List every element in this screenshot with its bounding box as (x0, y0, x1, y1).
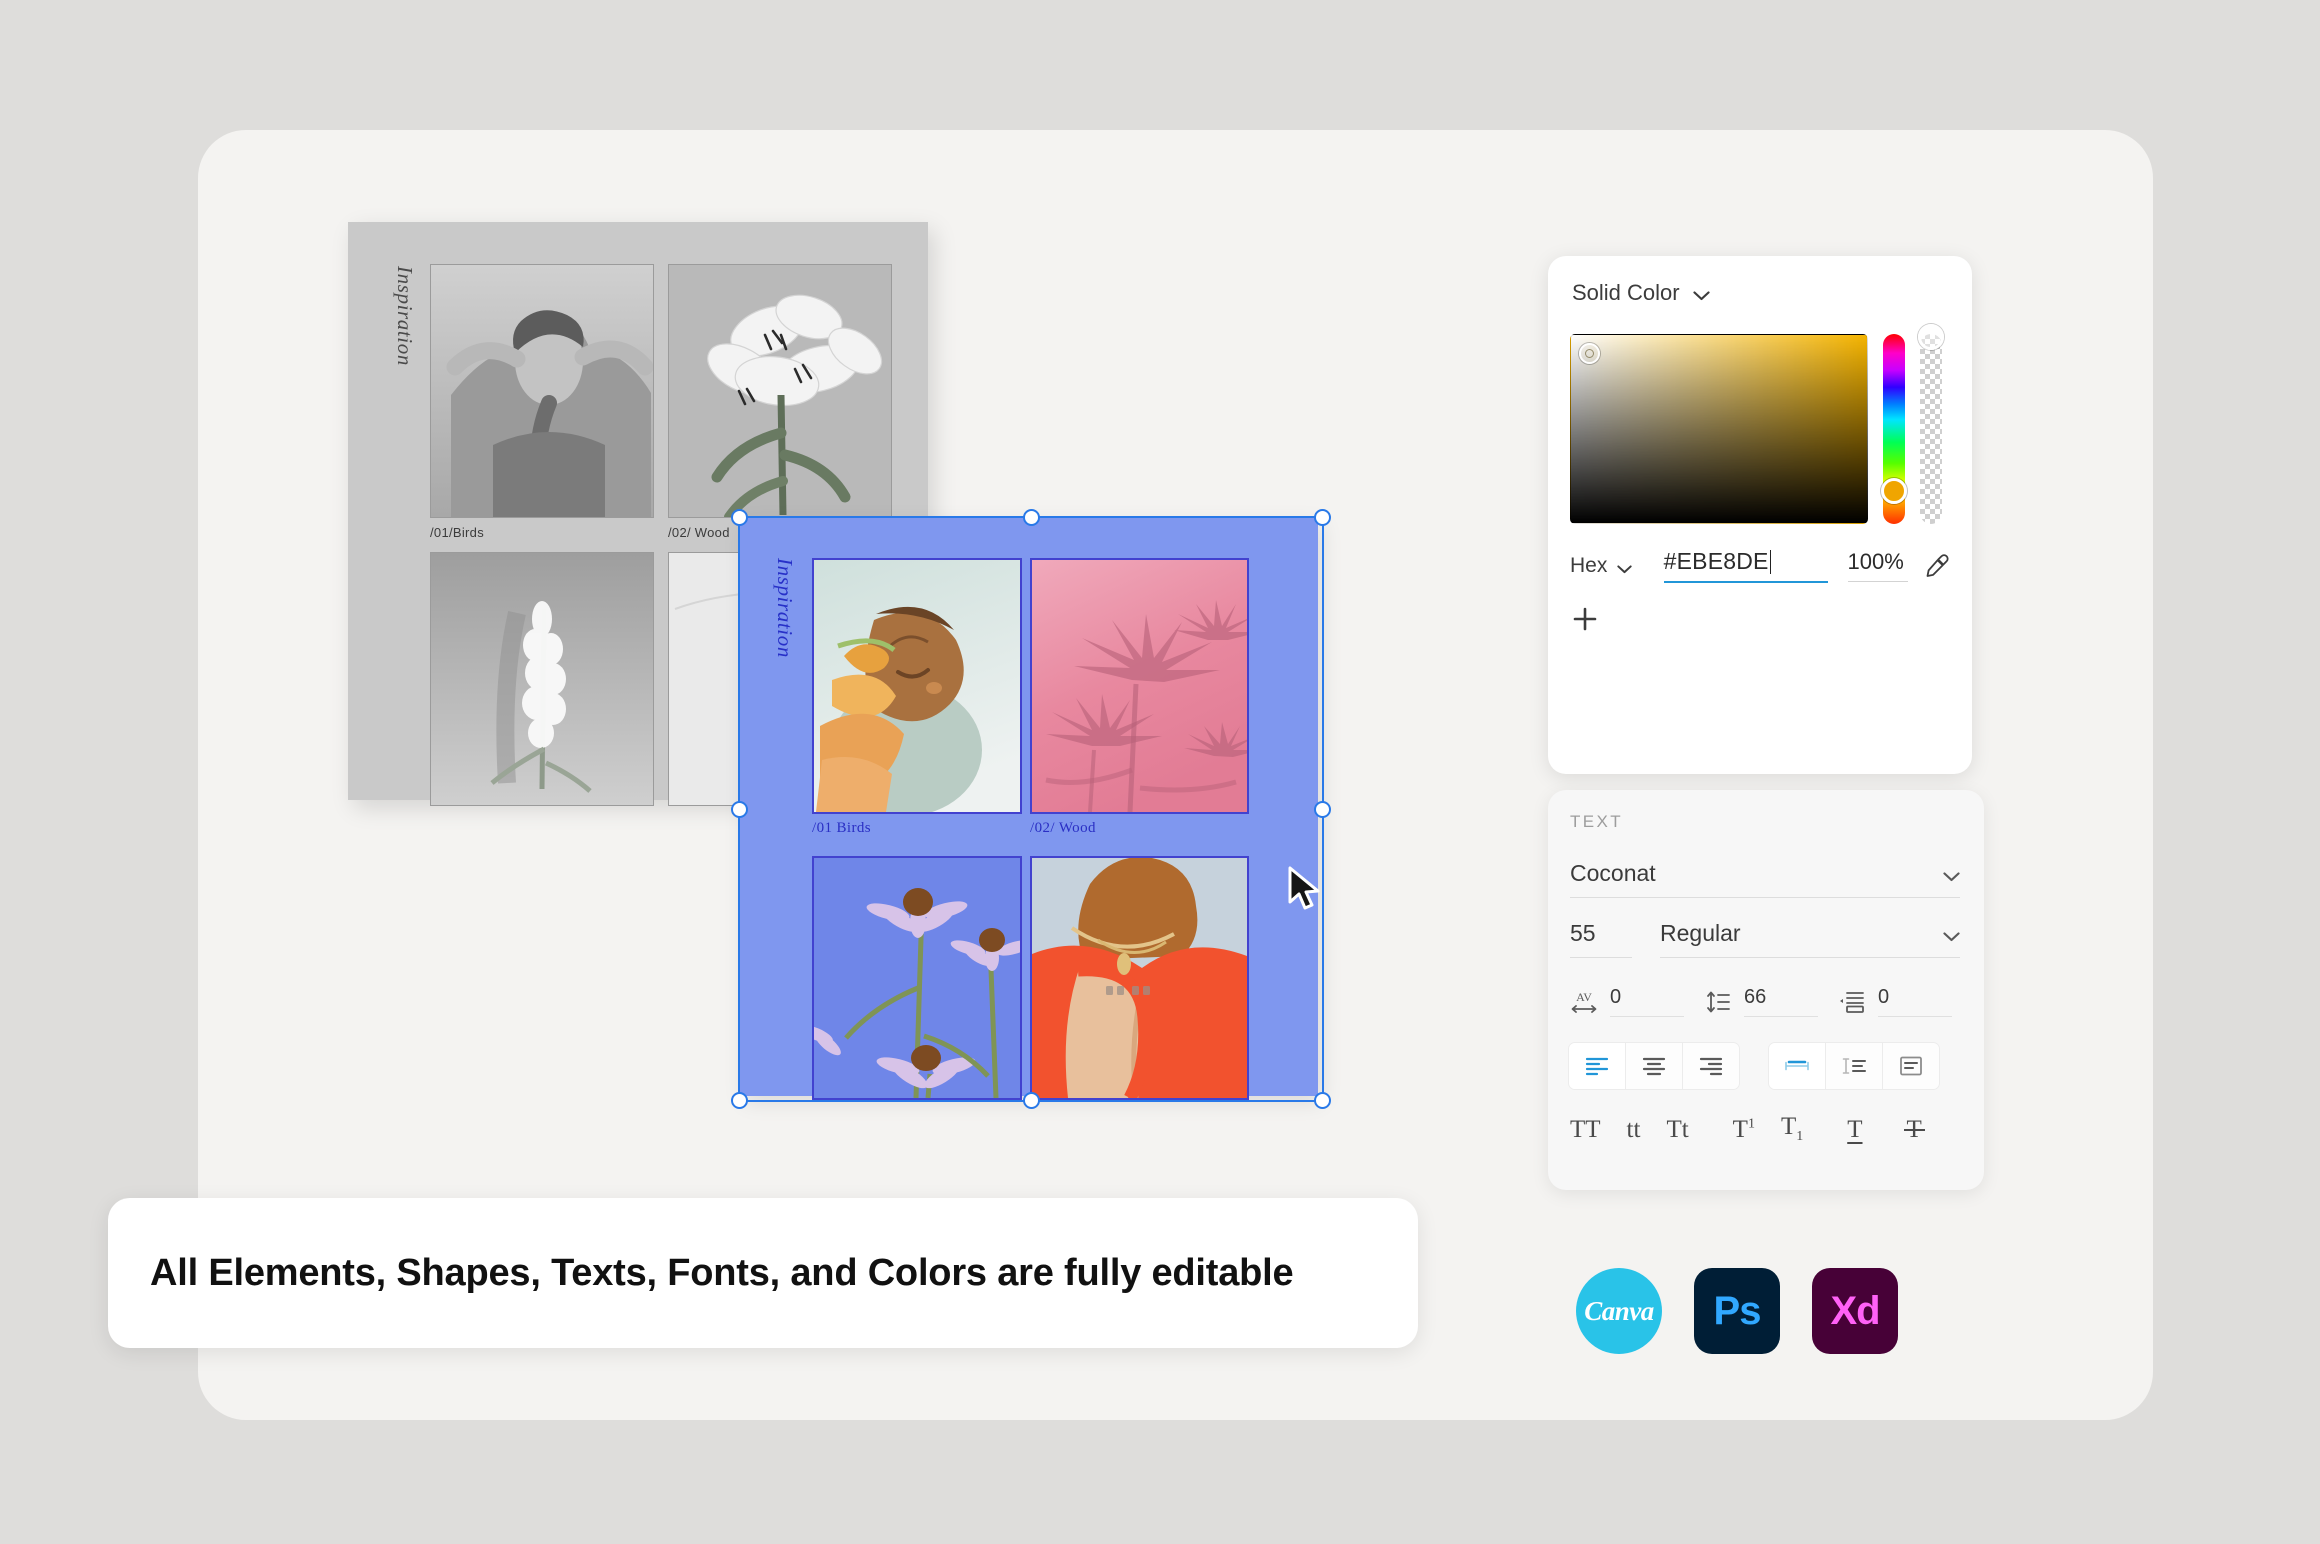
font-weight-value: Regular (1660, 920, 1741, 947)
uppercase-icon[interactable]: TT (1570, 1117, 1601, 1142)
alpha-slider-handle[interactable] (1918, 324, 1944, 350)
hue-slider[interactable] (1883, 334, 1905, 524)
back-poster-image-1 (430, 264, 654, 518)
line-height-icon (1704, 989, 1732, 1015)
opacity-input[interactable]: 100% (1848, 549, 1908, 582)
font-family-dropdown[interactable]: Coconat (1570, 860, 1960, 898)
superscript-icon[interactable]: T1 (1733, 1117, 1755, 1142)
paragraph-spacing-value: 0 (1878, 986, 1889, 1008)
screenshot-stage: Inspiration (0, 0, 2320, 1544)
back-poster-caption-2: /02/ Wood (668, 525, 730, 540)
hex-input-value: #EBE8DE (1664, 548, 1769, 574)
align-left-icon[interactable] (1569, 1043, 1626, 1089)
letter-spacing-input[interactable]: 0 (1610, 986, 1684, 1017)
align-center-icon[interactable] (1626, 1043, 1683, 1089)
front-poster-caption-1: /01 Birds (812, 820, 871, 837)
letter-spacing-control[interactable]: AV 0 (1570, 986, 1684, 1017)
chevron-down-icon (1943, 869, 1960, 879)
back-poster-vertical-label: Inspiration (392, 266, 417, 366)
chevron-down-icon (1693, 288, 1710, 298)
line-height-input[interactable]: 66 (1744, 986, 1818, 1017)
text-transform-controls: TT tt Tt T1 T1 T T (1570, 1114, 1966, 1144)
font-size-weight-row: 55 Regular (1570, 920, 1960, 958)
auto-height-icon[interactable] (1826, 1043, 1883, 1089)
fixed-size-icon[interactable] (1883, 1043, 1939, 1089)
front-poster-image-3 (812, 856, 1022, 1100)
compatible-apps-logos: Canva Ps Xd (1576, 1268, 1898, 1354)
color-picker-panel: Solid Color Hex (1548, 256, 1972, 774)
eyedropper-icon[interactable] (1924, 553, 1950, 579)
text-metrics-row: AV 0 (1570, 986, 1970, 1017)
color-mode-label: Solid Color (1572, 280, 1680, 306)
front-poster-caption-2: /02/ Wood (1030, 820, 1096, 837)
back-poster-caption-1: /01/Birds (430, 525, 484, 540)
text-panel-heading: TEXT (1570, 812, 1623, 832)
chevron-down-icon (1943, 929, 1960, 939)
add-swatch-button[interactable] (1570, 604, 1600, 634)
back-poster-image-2 (668, 264, 892, 518)
font-family-value: Coconat (1570, 860, 1656, 887)
alpha-slider[interactable] (1920, 334, 1942, 524)
letter-spacing-icon: AV (1570, 989, 1598, 1015)
hue-slider-handle[interactable] (1881, 478, 1907, 504)
letter-spacing-value: 0 (1610, 986, 1621, 1008)
color-format-dropdown[interactable]: Hex (1570, 554, 1664, 578)
line-height-value: 66 (1744, 986, 1766, 1008)
horizontal-align-group (1568, 1042, 1740, 1090)
font-weight-dropdown[interactable]: Regular (1660, 920, 1960, 958)
artboard-front-poster[interactable]: Inspiration (740, 518, 1318, 1096)
underline-icon[interactable]: T (1847, 1117, 1862, 1142)
subscript-icon[interactable]: T1 (1781, 1114, 1803, 1144)
chevron-down-icon (1617, 561, 1634, 571)
hex-input[interactable]: #EBE8DE (1664, 548, 1828, 583)
text-caret (1770, 550, 1772, 574)
paragraph-spacing-icon (1838, 989, 1866, 1015)
front-poster-image-1 (812, 558, 1022, 814)
paragraph-spacing-control[interactable]: 0 (1838, 986, 1952, 1017)
align-right-icon[interactable] (1683, 1043, 1739, 1089)
hex-row: Hex #EBE8DE 100% (1570, 548, 1950, 583)
svg-text:AV: AV (1576, 990, 1592, 1004)
alignment-controls (1568, 1042, 1940, 1090)
saturation-value-field[interactable] (1570, 334, 1868, 524)
caption-bar: All Elements, Shapes, Texts, Fonts, and … (108, 1198, 1418, 1348)
saturation-handle[interactable] (1579, 343, 1600, 364)
color-mode-dropdown[interactable]: Solid Color (1572, 280, 1710, 306)
line-height-control[interactable]: 66 (1704, 986, 1818, 1017)
text-properties-panel: TEXT Coconat 55 Regular (1548, 790, 1984, 1190)
strikethrough-icon[interactable]: T (1907, 1117, 1922, 1142)
front-poster-image-4 (1030, 856, 1249, 1100)
opacity-input-value: 100% (1848, 549, 1904, 574)
font-size-input[interactable]: 55 (1570, 920, 1632, 958)
titlecase-icon[interactable]: Tt (1666, 1117, 1688, 1142)
font-size-value: 55 (1570, 920, 1596, 946)
adobe-xd-logo[interactable]: Xd (1812, 1268, 1898, 1354)
canva-logo[interactable]: Canva (1576, 1268, 1662, 1354)
front-poster-vertical-label: Inspiration (772, 558, 797, 658)
paragraph-spacing-input[interactable]: 0 (1878, 986, 1952, 1017)
text-resize-group (1768, 1042, 1940, 1090)
color-format-label: Hex (1570, 554, 1607, 578)
back-poster-image-3 (430, 552, 654, 806)
caption-text: All Elements, Shapes, Texts, Fonts, and … (108, 1252, 1293, 1295)
front-poster-image-2 (1030, 558, 1249, 814)
photoshop-logo[interactable]: Ps (1694, 1268, 1780, 1354)
lowercase-icon[interactable]: tt (1627, 1117, 1641, 1142)
auto-width-icon[interactable] (1769, 1043, 1826, 1089)
